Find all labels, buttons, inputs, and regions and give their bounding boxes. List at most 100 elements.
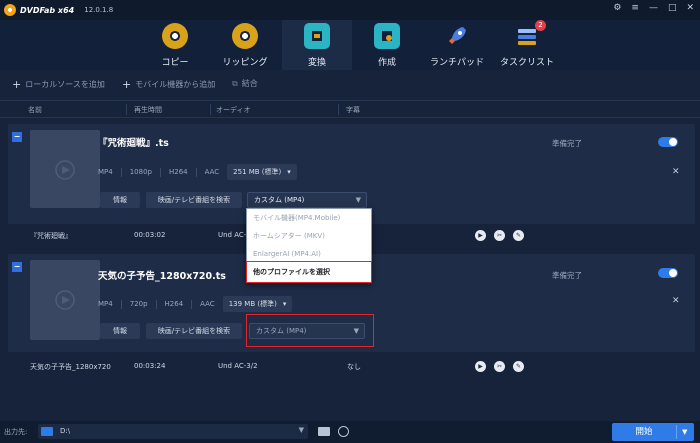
video-thumbnail <box>30 130 100 208</box>
size-select[interactable]: 139 MB (標準) ▾ <box>222 296 293 312</box>
track-name: 天気の子予告_1280x720 <box>30 363 111 371</box>
item-checkbox[interactable]: − <box>12 132 22 142</box>
item-codec: H264 <box>164 300 184 308</box>
nav-copy[interactable]: コピー <box>140 20 210 70</box>
toolbar: + ローカルソースを追加 + モバイル機器から追加 ⧉ 結合 <box>0 70 700 98</box>
nav-convert-label: 変換 <box>307 58 326 68</box>
menu-icon[interactable]: ≡ <box>631 3 639 13</box>
column-duration: 再生時間 <box>134 106 162 114</box>
close-window-icon[interactable]: ✕ <box>686 3 694 13</box>
folder-icon <box>41 427 53 436</box>
app-logo: DVDFab x64 12.0.1.8 <box>4 4 113 16</box>
film-convert-icon <box>304 23 330 49</box>
item-resolution: 720p <box>129 300 148 308</box>
play-icon[interactable]: ▶ <box>475 361 486 372</box>
chevron-down-icon: ▾ <box>282 300 287 308</box>
item-toggle[interactable] <box>658 268 678 278</box>
column-headers: 名前 再生時間 オーディオ 字幕 <box>0 100 700 118</box>
nav-create[interactable]: 作成 <box>352 20 422 70</box>
app-brand: DVDFab x64 <box>20 5 75 15</box>
add-mobile-source-button[interactable]: + モバイル機器から追加 <box>122 78 215 91</box>
item-resolution: 1080p <box>129 168 152 176</box>
track-duration: 00:03:24 <box>134 362 166 370</box>
profile-select[interactable]: カスタム (MP4) ▼ <box>247 192 367 208</box>
item-title: 天気の子予告_1280x720.ts <box>98 271 226 282</box>
caret-down-icon: ▼ <box>298 426 304 434</box>
merge-label: 結合 <box>241 79 258 88</box>
size-select[interactable]: 251 MB (標準) ▾ <box>227 164 297 180</box>
track-duration: 00:03:02 <box>134 231 166 239</box>
output-label: 出力先: <box>4 428 28 436</box>
nav-task-list[interactable]: 2 タスクリスト <box>492 20 562 70</box>
item-codec: H264 <box>168 168 188 176</box>
remove-item-icon[interactable]: ✕ <box>672 296 680 306</box>
maximize-icon[interactable]: □ <box>668 3 677 13</box>
globe-icon[interactable] <box>338 426 349 437</box>
plus-icon: + <box>122 78 132 91</box>
main-nav: コピー リッピング 変換 作成 ランチパッド 2 タスクリスト <box>0 20 700 70</box>
column-subtitle: 字幕 <box>346 106 360 114</box>
item-meta: MP4 720p H264 AAC 139 MB (標準) ▾ <box>98 296 293 312</box>
highlight-box-profile-select <box>246 314 374 347</box>
size-value: 139 MB (標準) <box>228 300 277 308</box>
remove-item-icon[interactable]: ✕ <box>672 167 680 177</box>
caret-down-icon: ▼ <box>355 196 361 204</box>
search-title-button[interactable]: 映画/テレビ番組を検索 <box>146 323 242 339</box>
start-options-icon[interactable]: ▼ <box>682 423 687 441</box>
disc-copy-icon <box>162 23 188 49</box>
meta-divider <box>120 167 122 177</box>
window-controls: ⚙ ≡ — □ ✕ <box>613 3 694 13</box>
start-button[interactable]: 開始 ▼ <box>612 423 694 441</box>
edit-icon[interactable]: ✎ <box>513 230 524 241</box>
column-audio: オーディオ <box>216 106 251 114</box>
profile-option-home-theater[interactable]: ホームシアター (MKV) <box>247 227 371 245</box>
status-text: 準備完了 <box>552 271 582 280</box>
task-count-badge: 2 <box>535 20 546 31</box>
footer-bar: 出力先: D:\ ▼ 開始 ▼ <box>0 421 700 443</box>
nav-copy-label: コピー <box>161 58 189 68</box>
chevron-down-icon: ▾ <box>287 168 291 176</box>
edit-icon[interactable]: ✎ <box>513 361 524 372</box>
column-name: 名前 <box>28 106 42 114</box>
title-bar: DVDFab x64 12.0.1.8 ⚙ ≡ — □ ✕ <box>0 0 700 20</box>
trim-icon[interactable]: ✂ <box>494 361 505 372</box>
start-divider <box>676 425 677 439</box>
nav-launchpad-label: ランチパッド <box>429 58 484 68</box>
item-toggle[interactable] <box>658 137 678 147</box>
highlight-box-other-profile <box>246 261 372 283</box>
nav-convert[interactable]: 変換 <box>282 20 352 70</box>
settings-icon[interactable]: ⚙ <box>613 3 621 13</box>
add-mobile-source-label: モバイル機器から追加 <box>135 80 216 89</box>
meta-divider <box>159 167 161 177</box>
search-title-button[interactable]: 映画/テレビ番組を検索 <box>146 192 242 208</box>
item-meta: MP4 1080p H264 AAC 251 MB (標準) ▾ <box>98 164 297 180</box>
merge-icon: ⧉ <box>232 78 238 88</box>
info-button[interactable]: 情報 <box>100 323 140 339</box>
nav-task-list-label: タスクリスト <box>499 58 554 68</box>
profile-value: カスタム (MP4) <box>254 196 305 204</box>
size-value: 251 MB (標準) <box>233 168 282 176</box>
browse-folder-icon[interactable] <box>318 427 330 436</box>
item-format: MP4 <box>98 168 113 176</box>
item-checkbox[interactable]: − <box>12 262 22 272</box>
film-create-icon <box>374 23 400 49</box>
merge-button[interactable]: ⧉ 結合 <box>232 78 258 89</box>
track-row-2: 天気の子予告_1280x720 00:03:24 Und AC-3/2 なし ▶… <box>0 356 700 378</box>
track-audio: Und AC-3/2 <box>218 362 258 370</box>
profile-option-mobile[interactable]: モバイル機器(MP4.Mobile) <box>247 209 371 227</box>
trim-icon[interactable]: ✂ <box>494 230 505 241</box>
plus-icon: + <box>12 78 22 91</box>
minimize-icon[interactable]: — <box>649 3 658 13</box>
output-path: D:\ <box>60 427 71 435</box>
meta-divider <box>155 299 157 309</box>
app-version: 12.0.1.8 <box>84 6 114 14</box>
add-local-source-button[interactable]: + ローカルソースを追加 <box>12 78 105 91</box>
info-button[interactable]: 情報 <box>100 192 140 208</box>
play-icon[interactable]: ▶ <box>475 230 486 241</box>
output-path-select[interactable]: D:\ ▼ <box>38 424 308 439</box>
nav-launchpad[interactable]: ランチパッド <box>422 20 492 70</box>
meta-divider <box>195 167 197 177</box>
nav-ripping[interactable]: リッピング <box>210 20 280 70</box>
meta-divider <box>120 299 122 309</box>
nav-create-label: 作成 <box>377 58 396 68</box>
